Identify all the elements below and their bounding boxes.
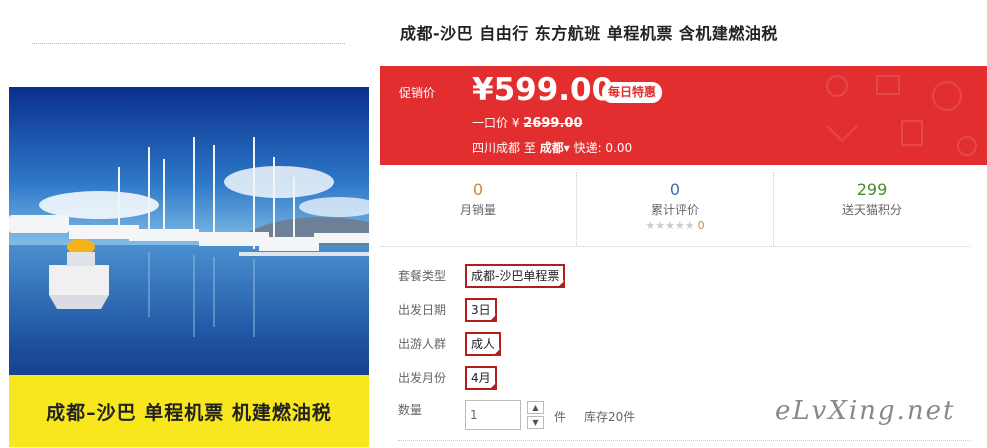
rating-stars: ★★★★★ 0 [577, 219, 773, 232]
divider [398, 440, 970, 441]
option-label: 出游人群 [398, 337, 447, 351]
check-icon [488, 314, 497, 322]
image-caption: 成都–沙巴 单程机票 机建燃油税 [9, 375, 369, 447]
original-price: 2699.00 [523, 116, 583, 131]
review-count: 0 [697, 219, 705, 232]
option-selected[interactable]: 4月 [465, 366, 497, 390]
monthly-sales-label: 月销量 [459, 203, 496, 217]
option-label: 套餐类型 [398, 269, 447, 283]
check-icon [557, 280, 566, 288]
option-selected[interactable]: 成人 [465, 332, 502, 356]
promo-panel: 促销价 ¥599.00 每日特惠 一口价 ¥ 2699.00 四川成都 至 成都… [380, 66, 987, 165]
points-label: 送天猫积分 [841, 203, 902, 217]
product-image[interactable]: 成都–沙巴 单程机票 机建燃油税 [9, 87, 369, 447]
ship-to-word: 至 [523, 141, 536, 155]
stats-bar: 0 月销量 0 累计评价 ★★★★★ 0 299 送天猫积分 [380, 172, 970, 247]
option-selected[interactable]: 3日 [465, 298, 497, 322]
chevron-down-icon: ▾ [563, 141, 570, 155]
arrow-down-icon[interactable]: ▼ [527, 416, 544, 429]
points-value: 299 [856, 180, 888, 199]
monthly-sales-value: 0 [472, 180, 484, 199]
quantity-input[interactable] [465, 400, 521, 430]
promo-pattern [826, 75, 977, 156]
option-value: 成都-沙巴单程票 [471, 269, 560, 283]
ship-destination-select[interactable]: 成都▾ [540, 141, 574, 155]
shipping-fee: 快递: 0.00 [573, 141, 633, 155]
option-label: 出发月份 [398, 371, 447, 385]
stock-count: 库存20件 [584, 410, 636, 424]
ship-destination: 成都 [539, 141, 564, 155]
original-price-label: 一口价 ¥ [472, 116, 520, 130]
quantity-unit: 件 [554, 410, 567, 424]
check-icon [493, 348, 502, 356]
reviews-label: 累计评价 [650, 203, 699, 217]
product-title: 成都-沙巴 自由行 东方航班 单程机票 含机建燃油税 [400, 24, 778, 43]
arrow-up-icon[interactable]: ▲ [527, 401, 544, 414]
promo-price: ¥599.00 [472, 72, 614, 108]
stat-points: 299 送天猫积分 [773, 172, 970, 246]
watermark: eLvXing.net [775, 396, 956, 426]
quantity-label: 数量 [398, 403, 423, 417]
promo-label: 促销价 [399, 86, 436, 100]
divider [32, 43, 345, 44]
star-icon: ★★★★★ [645, 219, 695, 232]
original-price-row: 一口价 ¥ 2699.00 [472, 114, 583, 131]
option-value: 成人 [471, 337, 496, 351]
shipping-row: 四川成都 至 成都▾ 快递: 0.00 [472, 139, 632, 156]
option-selected[interactable]: 成都-沙巴单程票 [465, 264, 566, 288]
daily-deal-badge: 每日特惠 [602, 82, 663, 103]
stat-monthly-sales: 0 月销量 [380, 172, 576, 246]
check-icon [488, 382, 497, 390]
option-label: 出发日期 [398, 303, 447, 317]
stat-reviews[interactable]: 0 累计评价 ★★★★★ 0 [576, 172, 773, 246]
ship-from: 四川成都 [472, 141, 521, 155]
reviews-value: 0 [669, 180, 681, 199]
